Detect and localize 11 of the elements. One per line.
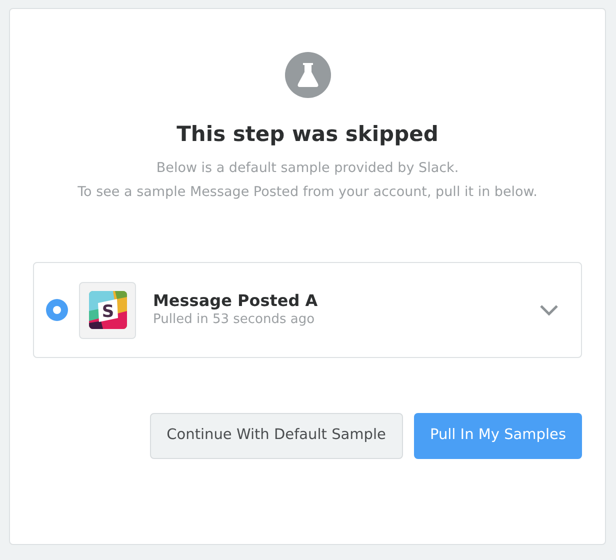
slack-logo-icon: S — [88, 291, 126, 329]
default-sample-button[interactable]: Continue With Default Sample — [150, 413, 403, 459]
description-text: To see a sample Message Posted from your account, pull it in below. — [78, 183, 538, 202]
flask-icon — [284, 52, 330, 98]
dialog-title: This step was skipped — [176, 121, 438, 148]
sample-subtitle: Pulled in 53 seconds ago — [153, 311, 316, 329]
description-text: Below is a default sample provided by Slack. — [156, 159, 459, 178]
chevron-down-icon[interactable] — [539, 304, 559, 316]
sample-title: Message Posted A — [153, 291, 319, 311]
radio-button[interactable] — [46, 299, 68, 321]
sample-card[interactable]: S Message Posted A Pulled in 53 seconds ago — [33, 262, 582, 358]
